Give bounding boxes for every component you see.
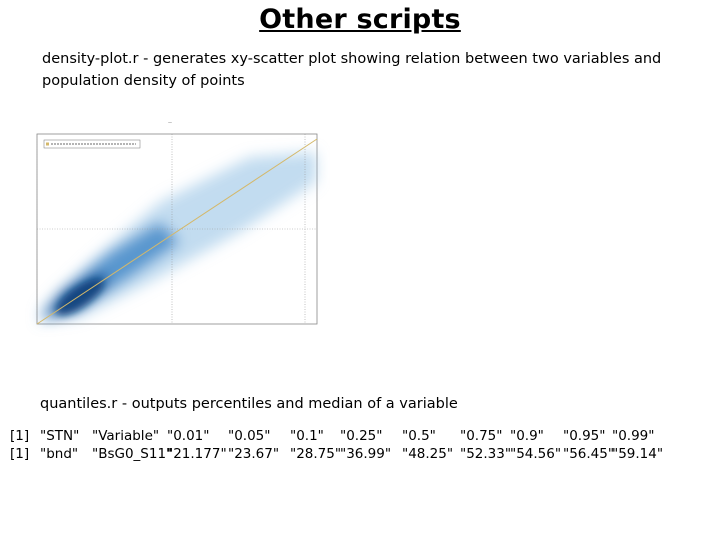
output-cell: "54.56" — [510, 446, 562, 462]
output-cell: "Variable" — [92, 428, 160, 444]
output-cell: "36.99" — [340, 446, 392, 462]
output-cell: "0.95" — [563, 428, 606, 444]
output-cell: "0.05" — [228, 428, 271, 444]
output-cell: "0.9" — [510, 428, 544, 444]
output-cell: "bnd" — [40, 446, 79, 462]
density-plot-image: — — [20, 112, 330, 337]
output-cell: "STN" — [40, 428, 80, 444]
row-index: [1] — [10, 446, 30, 462]
output-cell: "21.177" — [167, 446, 227, 462]
density-plot-description: density-plot.r - generates xy-scatter pl… — [42, 51, 662, 89]
output-cell: "59.14" — [612, 446, 664, 462]
quantiles-description: quantiles.r - outputs percentiles and me… — [40, 396, 458, 412]
output-cell: "0.75" — [460, 428, 503, 444]
output-cell: "28.75" — [290, 446, 342, 462]
output-cell: "52.33" — [460, 446, 512, 462]
output-cell: "0.1" — [290, 428, 324, 444]
output-cell: "0.25" — [340, 428, 383, 444]
quantiles-output: [1] "STN" "Variable" "0.01" "0.05" "0.1" "0.25… — [10, 428, 663, 476]
slide-title: Other scripts — [259, 4, 461, 35]
output-cell: "56.45" — [563, 446, 615, 462]
output-cell: "0.01" — [167, 428, 210, 444]
output-cell: "0.5" — [402, 428, 436, 444]
row-index: [1] — [10, 428, 30, 444]
plot-title: — — [168, 120, 172, 125]
output-cell: "0.99" — [612, 428, 655, 444]
output-cell: "23.67" — [228, 446, 280, 462]
output-cell: "48.25" — [402, 446, 454, 462]
output-cell: "BsG0_S11" — [92, 446, 173, 462]
